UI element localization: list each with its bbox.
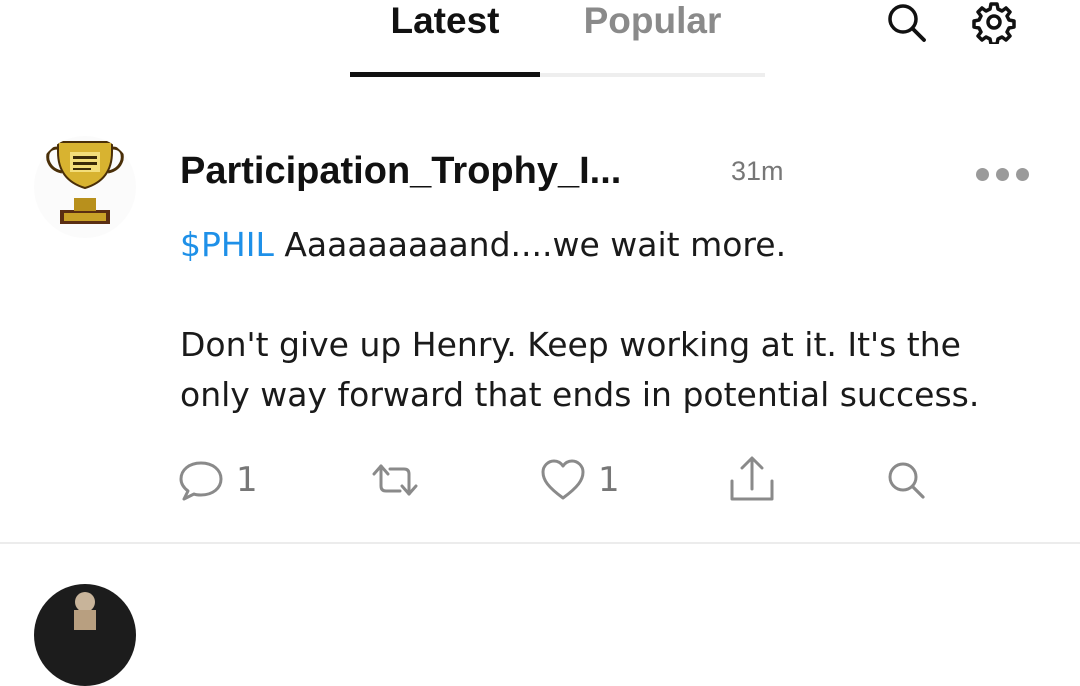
avatar[interactable] [34,136,136,238]
reshare-button[interactable] [368,455,422,505]
more-options-icon[interactable] [976,164,1038,184]
share-icon [730,456,774,501]
post-actions: 1 1 [0,455,1080,505]
feed-tabs: Latest Popular [0,0,1080,80]
post-paragraph-2: Don't give up Henry. Keep working at it.… [180,325,980,414]
post-card[interactable]: Participation_Trophy_I... 31m $PHIL Aaaa… [0,110,1080,542]
reply-icon [179,461,223,501]
reply-count: 1 [236,460,258,500]
post-timestamp: 31m [731,156,784,186]
post-body: $PHIL Aaaaaaaaand....we wait more. Don't… [180,220,1040,420]
share-button[interactable] [727,455,777,505]
post-line-1-text: Aaaaaaaaand....we wait more. [273,225,787,264]
heart-icon [541,459,585,500]
avatar[interactable] [34,584,136,686]
post-divider [0,542,1080,544]
post-line-1: $PHIL Aaaaaaaaand....we wait more. [180,220,1040,270]
reply-button[interactable]: 1 [178,455,258,505]
like-count: 1 [598,460,620,500]
look-up-button[interactable] [884,455,928,505]
tab-latest[interactable]: Latest [350,0,540,46]
reshare-icon [372,464,418,496]
username[interactable]: Participation_Trophy_I... [180,150,705,193]
trophy-icon [46,141,124,224]
like-button[interactable]: 1 [540,455,620,505]
tab-popular[interactable]: Popular [540,0,765,46]
search-icon[interactable] [884,0,928,44]
tab-active-indicator [350,72,540,77]
ticker-link[interactable]: $PHIL [180,225,274,264]
tab-underline-track [540,73,765,77]
gear-icon[interactable] [972,0,1016,46]
search-icon [888,462,925,499]
